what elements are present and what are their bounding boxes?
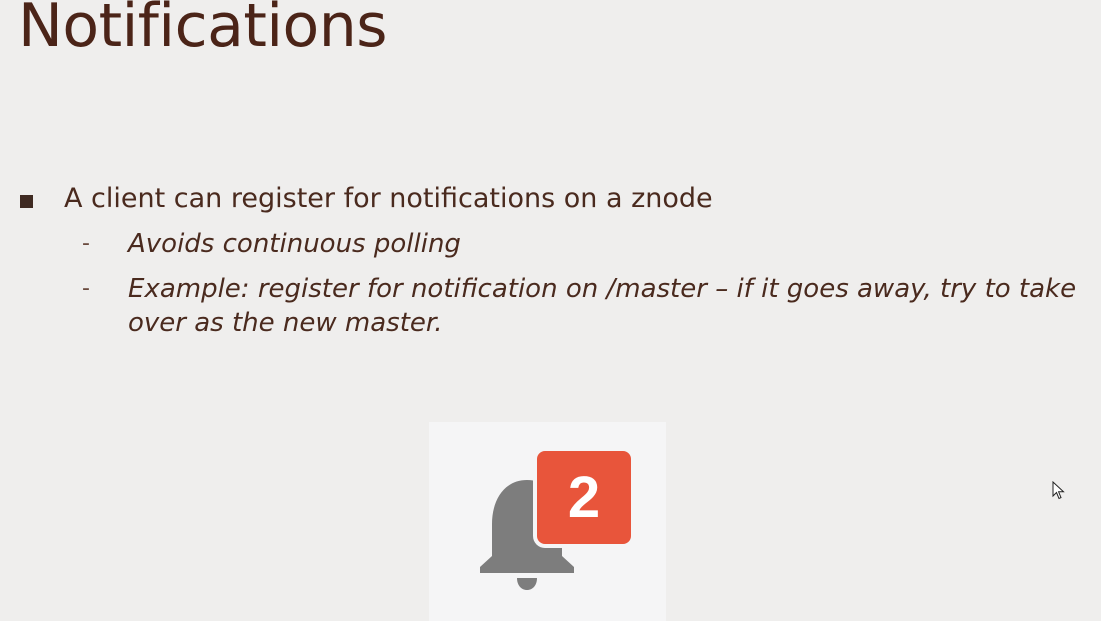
bullet-item: A client can register for notifications … xyxy=(20,181,713,217)
notification-count-badge: 2 xyxy=(537,451,631,544)
sub-item-text: Example: register for notification on /m… xyxy=(128,274,1077,338)
notification-icon-card: 2 xyxy=(429,422,666,621)
presentation-slide: Notifications A client can register for … xyxy=(0,0,1101,621)
slide-title: Notifications xyxy=(18,0,388,61)
sub-item-example: - Example: register for notification on … xyxy=(82,272,1082,340)
square-bullet-icon xyxy=(20,194,33,208)
dash-marker: - xyxy=(82,231,90,256)
mouse-pointer-icon xyxy=(1052,481,1065,500)
bullet-text: A client can register for notifications … xyxy=(64,183,713,214)
sub-item-polling: - Avoids continuous polling xyxy=(82,227,461,261)
dash-marker: - xyxy=(82,276,90,301)
sub-item-text: Avoids continuous polling xyxy=(128,229,461,259)
